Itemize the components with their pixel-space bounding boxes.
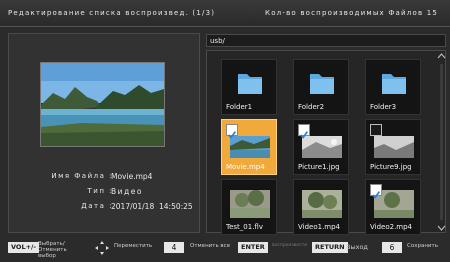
key-4: 4 [164,242,184,253]
checkmark-icon [372,191,381,199]
file-label: Picture9.jpg [370,163,412,171]
file-tile[interactable]: Folder3 [365,59,421,115]
enter-hint: воспроизвести [272,243,308,248]
checkbox-unchecked[interactable] [370,124,382,136]
vol-hint: Выбрать/ Отменить выбор [38,241,67,259]
file-tile[interactable]: Picture1.jpg [293,119,349,175]
exit-hint: Выход [346,243,368,251]
checkbox-checked[interactable] [370,184,382,199]
footer-bar: VOL+/- Выбрать/ Отменить выбор Перемести… [0,239,450,262]
checkbox-checked[interactable] [298,124,310,139]
file-label: Folder2 [298,103,325,111]
time-value: 14:50:25 [159,202,193,211]
folder-icon [382,74,406,94]
file-browser: Folder1 Folder2 Folder3 Movie.mp4 Pictur… [206,50,446,235]
file-tile[interactable]: Video2.mp4 [365,179,421,235]
checkmark-icon [228,131,237,139]
vol-key: VOL+/- [8,242,40,253]
dpad-icon [95,241,109,255]
file-label: Movie.mp4 [226,163,265,171]
page-title: Редактирование списка воспроизвед. (1/3) [8,9,216,17]
scroll-down-icon[interactable] [437,224,446,232]
save-hint: Сохранить [407,243,438,249]
clear-all-hint: Отменить все [190,243,231,249]
file-tile[interactable]: Movie.mp4 [221,119,277,175]
filename-label: Имя Файла : [51,172,113,180]
video-thumbnail [302,190,342,218]
path-bar: usb/ [206,34,446,47]
preview-panel: Имя Файла : Movie.mp4 Тип : Видео Дата :… [8,33,200,233]
date-label: Дата : [81,202,113,210]
type-label: Тип : [87,187,113,195]
file-label: Folder3 [370,103,397,111]
nav-hint: Переместить [114,243,153,249]
preview-thumbnail [40,62,165,147]
date-value: 2017/01/18 [111,202,155,211]
video-thumbnail [230,190,270,218]
type-value: Видео [111,187,143,196]
scrollbar[interactable] [437,52,446,232]
file-tile[interactable]: Folder1 [221,59,277,115]
key-6: 6 [382,242,402,253]
folder-icon [238,74,262,94]
file-label: Video2.mp4 [370,223,413,231]
scroll-up-icon[interactable] [437,52,446,60]
file-tile[interactable]: Folder2 [293,59,349,115]
enter-key: ENTER [238,242,268,253]
return-key: RETURN [312,242,348,253]
file-label: Picture1.jpg [298,163,340,171]
folder-icon [310,74,334,94]
scroll-track[interactable] [440,64,443,220]
file-tile[interactable]: Picture9.jpg [365,119,421,175]
checkbox-checked[interactable] [226,124,238,139]
file-label: Video1.mp4 [298,223,341,231]
checkmark-icon [300,131,309,139]
filename-value: Movie.mp4 [111,172,153,181]
file-tile[interactable]: Test_01.flv [221,179,277,235]
title-bar: Редактирование списка воспроизвед. (1/3)… [0,0,450,27]
playback-count: Кол-во воспроизводимых Файлов 15 [265,9,438,17]
file-label: Test_01.flv [226,223,263,231]
file-label: Folder1 [226,103,253,111]
file-tile[interactable]: Video1.mp4 [293,179,349,235]
